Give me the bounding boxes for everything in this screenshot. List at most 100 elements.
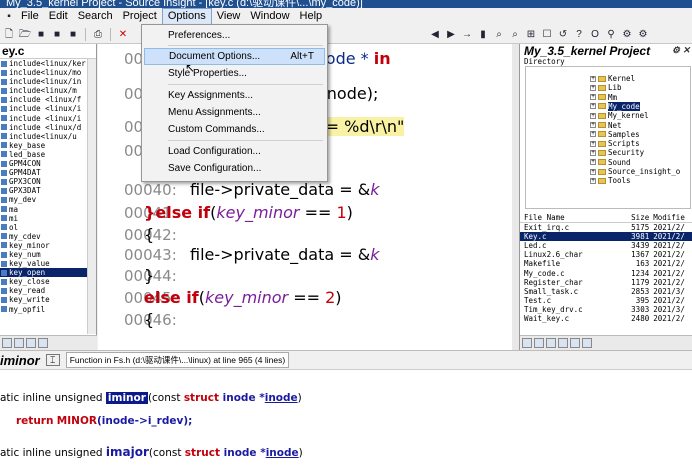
file-row[interactable]: My_code.c 1234 2021/2/ <box>520 268 692 278</box>
symbol-item[interactable]: include<linux/m <box>0 86 96 95</box>
menu-option-custom-commands[interactable]: Custom Commands... <box>144 121 325 138</box>
folder-item[interactable]: + My_code <box>590 101 640 111</box>
settings-icon[interactable]: ⚙ <box>636 28 650 41</box>
open-file-icon[interactable]: 🗁 <box>18 28 32 41</box>
menu-option-menu-assignments[interactable]: Menu Assignments... <box>144 104 325 121</box>
folder-item[interactable]: + Scripts <box>590 139 640 148</box>
symbol-item[interactable]: include <linux/d <box>0 123 96 132</box>
print-icon[interactable]: ⎙ <box>91 28 105 41</box>
symbol-item[interactable]: GPX3CON <box>0 177 96 186</box>
list-icon[interactable] <box>26 338 36 348</box>
expand-icon[interactable]: + <box>590 149 596 156</box>
context-function-name[interactable]: iminor <box>105 392 148 404</box>
symbol-item[interactable]: include<linux/in <box>0 77 96 86</box>
file-list-column-header[interactable]: File Name <box>524 213 623 222</box>
file-list-column-header[interactable]: Modifie <box>653 213 692 222</box>
category-view-icon[interactable] <box>546 338 556 348</box>
symbol-item[interactable]: key_close <box>0 277 96 286</box>
context-lock-icon[interactable]: ⌶ <box>45 354 60 366</box>
tree-icon[interactable] <box>38 338 48 348</box>
open-icon[interactable] <box>570 338 580 348</box>
folder-item[interactable]: + Security <box>590 148 644 157</box>
symbol-icon[interactable]: O <box>588 28 602 41</box>
symbol-item[interactable]: key_open <box>0 268 96 278</box>
close-file-icon[interactable]: ■ <box>66 28 80 41</box>
context-macro-call[interactable]: MINOR <box>57 415 97 427</box>
jump-icon[interactable]: → <box>460 28 474 41</box>
lookup-icon[interactable]: ⌕ <box>508 28 522 41</box>
project-icon[interactable]: ⚲ <box>604 28 618 41</box>
menu-option-key-assignments[interactable]: Key Assignments... <box>144 87 325 104</box>
folder-item[interactable]: + Sound <box>590 158 631 167</box>
menu-option-load-configuration[interactable]: Load Configuration... <box>144 143 325 160</box>
file-row[interactable]: Small_task.c 2853 2021/3/ <box>520 287 692 296</box>
new-file-icon[interactable]: 🗋 <box>2 28 16 41</box>
symbol-item[interactable]: key_value <box>0 259 96 268</box>
expand-icon[interactable]: + <box>590 177 596 184</box>
sync-icon[interactable]: ↺ <box>556 28 570 41</box>
symbol-item[interactable]: include <linux/i <box>0 114 96 123</box>
expand-icon[interactable]: + <box>590 94 596 101</box>
folder-item[interactable]: + Samples <box>590 130 640 139</box>
bookmark-icon[interactable]: ▮ <box>476 28 490 41</box>
menu-option-style-properties[interactable]: Style Properties... <box>144 65 325 82</box>
menu-options[interactable]: Options <box>161 8 212 25</box>
expand-icon[interactable]: + <box>590 140 596 147</box>
symbol-item[interactable]: my_dev <box>0 195 96 204</box>
expand-icon[interactable]: + <box>590 75 596 82</box>
symbol-item[interactable]: include<linux/ker <box>0 59 96 68</box>
menu-window[interactable]: Window <box>245 8 294 25</box>
file-row[interactable]: Test.c 395 2021/2/ <box>520 296 692 305</box>
expand-icon[interactable]: + <box>590 103 596 110</box>
symbol-item[interactable]: key_num <box>0 250 96 259</box>
expand-icon[interactable]: + <box>590 159 596 166</box>
gear-icon[interactable]: ⚙ <box>620 28 634 41</box>
context-icon[interactable]: ? <box>572 28 586 41</box>
forward-arrow-icon[interactable]: ▶ <box>444 28 458 41</box>
file-row[interactable]: Tim_key_drv.c 3303 2021/3/ <box>520 305 692 314</box>
symbol-item[interactable]: mi <box>0 214 96 223</box>
file-row[interactable]: Wait_key.c 2480 2021/2/ <box>520 314 692 323</box>
symbol-item[interactable]: GPM4DAT <box>0 168 96 177</box>
relation-icon[interactable]: ⊞ <box>524 28 538 41</box>
symbol-item[interactable]: GPM4CON <box>0 159 96 168</box>
symbol-item[interactable]: include <linux/f <box>0 95 96 104</box>
folder-item[interactable]: + Mm <box>590 93 617 102</box>
context-arg-name-2[interactable]: inode <box>266 447 299 459</box>
folder-item[interactable]: + My_kernel <box>590 111 649 120</box>
symbol-scrollbar[interactable] <box>87 59 96 334</box>
menu-search[interactable]: Search <box>73 8 118 25</box>
search-icon[interactable]: ⌕ <box>492 28 506 41</box>
browse-icon[interactable]: ☐ <box>540 28 554 41</box>
file-list-column-header[interactable]: Size <box>623 213 653 222</box>
symbol-item[interactable]: key_minor <box>0 241 96 250</box>
symbol-item[interactable]: led_base <box>0 150 96 159</box>
cut-icon[interactable]: ✕ <box>116 28 130 41</box>
expand-icon[interactable]: + <box>590 122 596 128</box>
context-arg-name[interactable]: inode <box>265 392 298 404</box>
symbol-item[interactable]: ma <box>0 205 96 214</box>
editor-scrollbar[interactable] <box>512 44 519 350</box>
menu-project[interactable]: Project <box>118 8 162 25</box>
expand-icon[interactable]: + <box>590 84 596 91</box>
sort-icon[interactable] <box>2 338 12 348</box>
file-row[interactable]: Exit_irq.c 5175 2021/2/ <box>520 223 692 232</box>
symbol-item[interactable]: key_read <box>0 286 96 295</box>
expand-icon[interactable]: + <box>590 112 596 119</box>
symbol-item[interactable]: my_cdev <box>0 232 96 241</box>
symbol-item[interactable]: include <linux/i <box>0 104 96 113</box>
back-arrow-icon[interactable]: ◀ <box>428 28 442 41</box>
folder-item[interactable]: + Net <box>590 121 622 130</box>
symbol-item[interactable]: my_opfil <box>0 305 96 314</box>
symbol-view-icon[interactable] <box>534 338 544 348</box>
project-tools-icon[interactable]: ⚙ ✕ <box>672 45 690 56</box>
symbol-item[interactable]: key_base <box>0 141 96 150</box>
refresh-icon[interactable] <box>582 338 592 348</box>
folder-item[interactable]: + Tools <box>590 176 631 185</box>
expand-icon[interactable]: + <box>590 131 596 138</box>
save-icon[interactable]: ■ <box>34 28 48 41</box>
file-row[interactable]: Register_char 1179 2021/2/ <box>520 278 692 287</box>
file-row[interactable]: Linux2.6_char 1367 2021/2/ <box>520 250 692 259</box>
file-row[interactable]: Makefile 163 2021/2/ <box>520 259 692 268</box>
expand-icon[interactable]: + <box>590 168 596 175</box>
